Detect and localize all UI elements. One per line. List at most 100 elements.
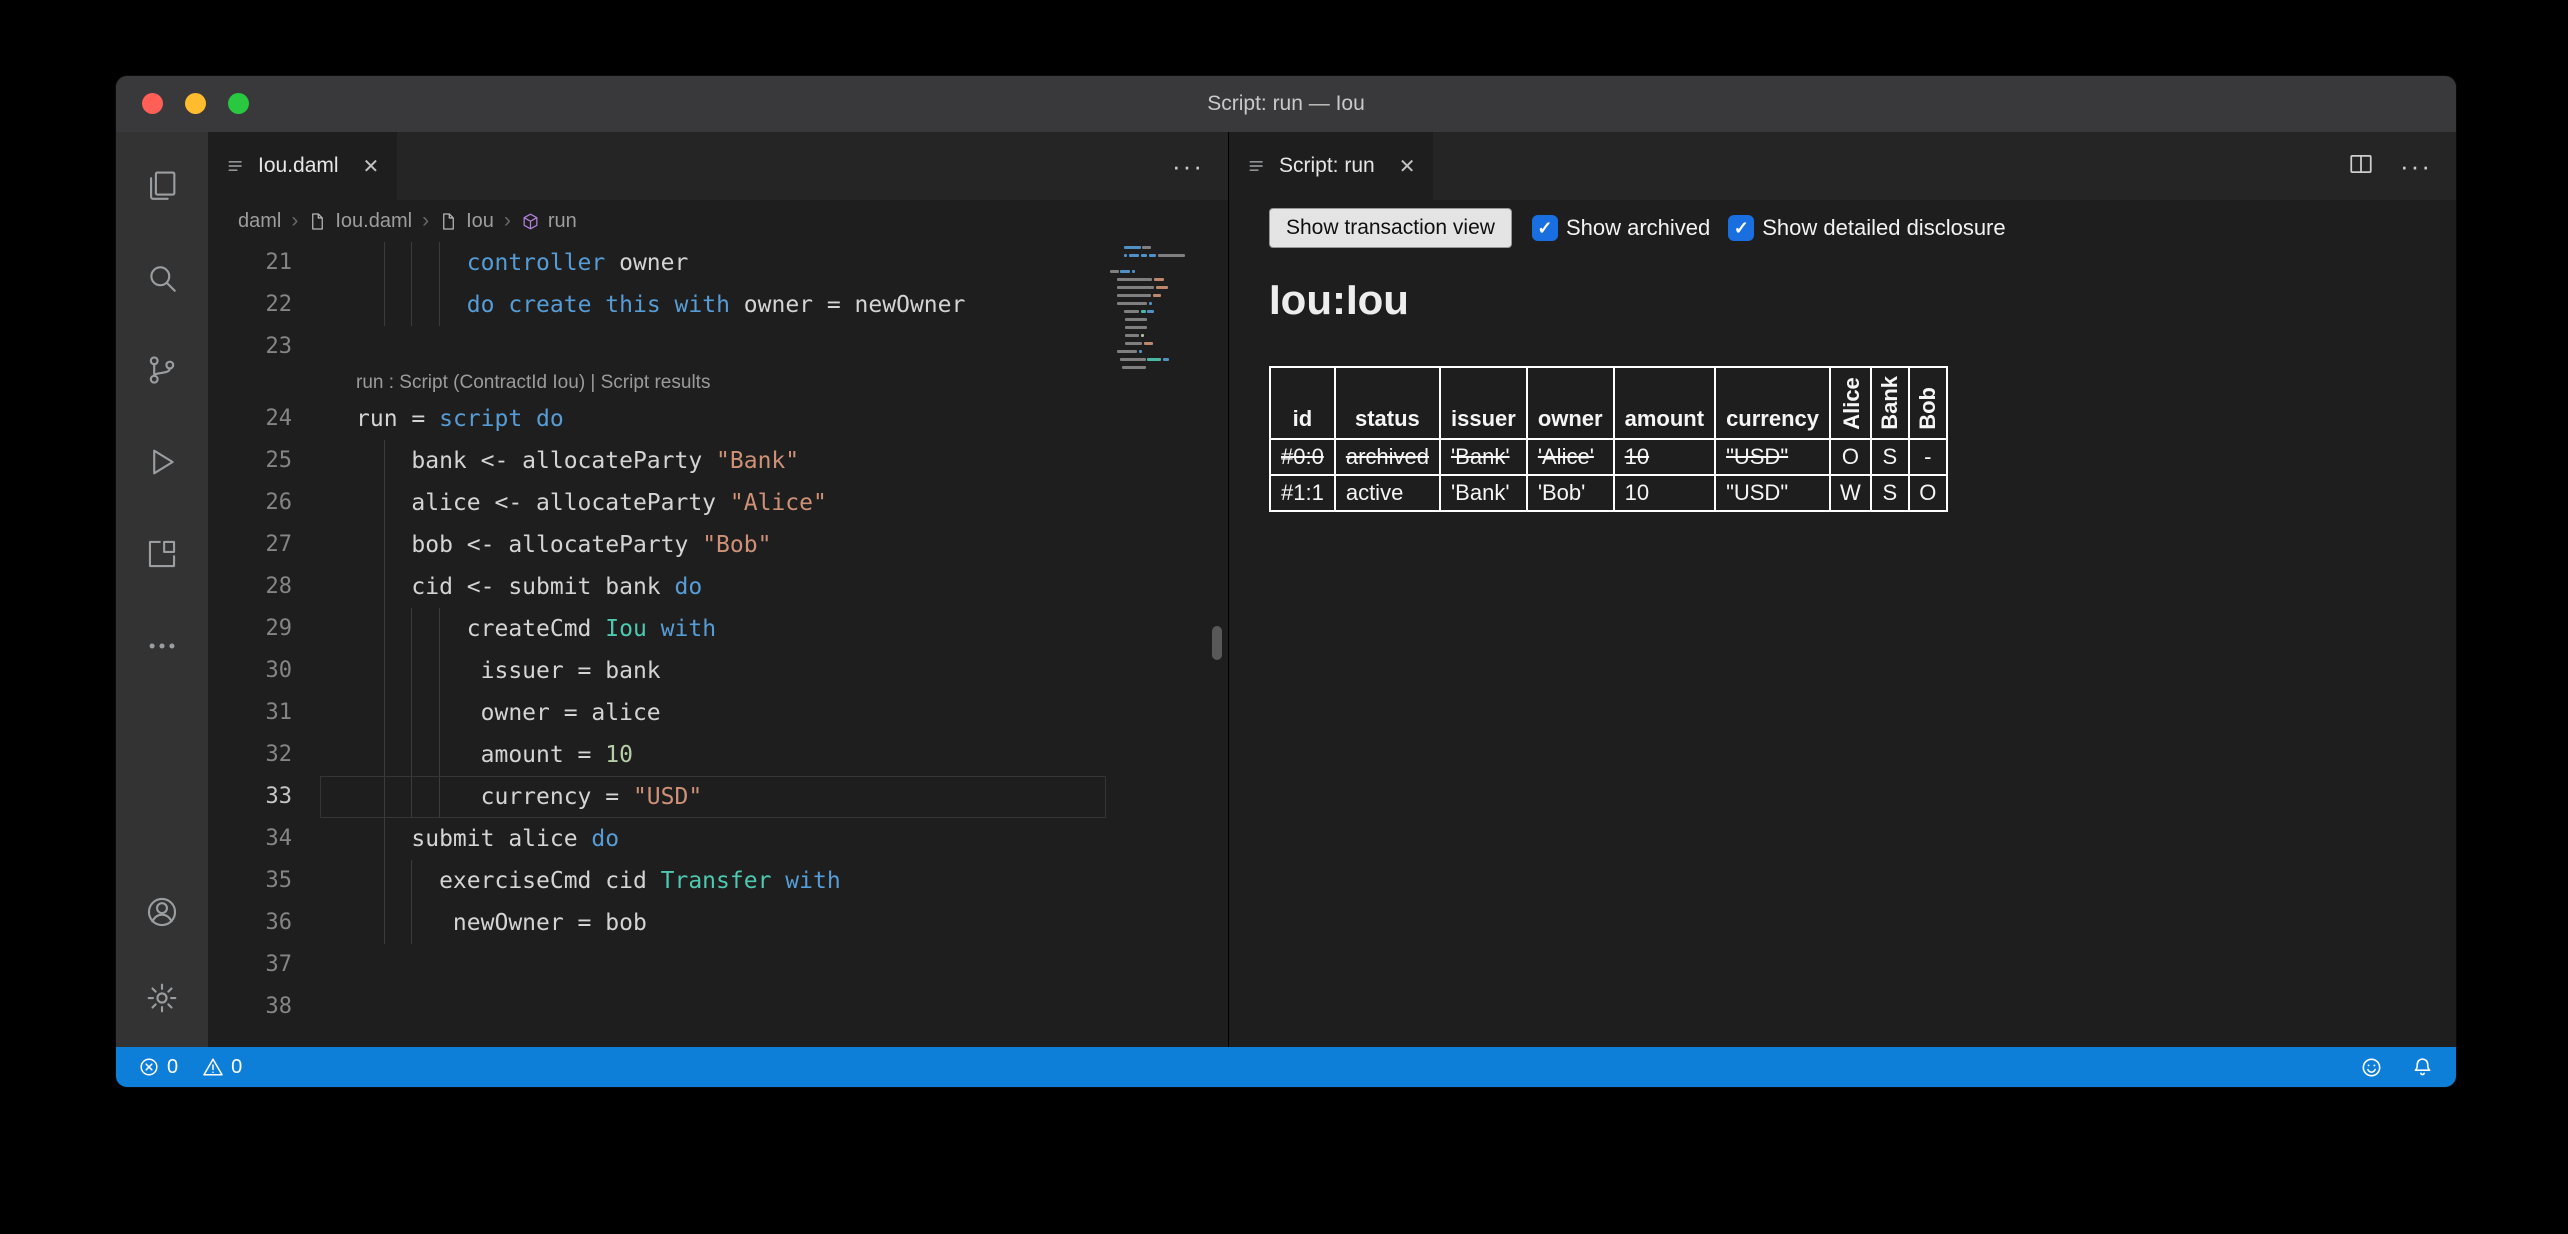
breadcrumb-item-file[interactable]: Iou.daml: [308, 210, 412, 233]
contract-cell: #1:1: [1270, 475, 1335, 511]
settings-gear-icon[interactable]: [116, 955, 208, 1041]
code-line[interactable]: 30 issuer = bank: [208, 650, 1228, 692]
source-control-icon[interactable]: [116, 324, 208, 416]
feedback-icon[interactable]: [2360, 1056, 2383, 1079]
code-line[interactable]: 24run = script do: [208, 398, 1228, 440]
vscode-window: Script: run — Iou: [115, 75, 2457, 1088]
contract-cell: "USD": [1715, 475, 1830, 511]
split-editor-icon[interactable]: [2348, 151, 2374, 182]
window-title: Script: run — Iou: [1207, 92, 1365, 116]
close-window-button[interactable]: [142, 93, 163, 114]
column-header-issuer: issuer: [1440, 367, 1527, 439]
line-number: 28: [208, 566, 320, 608]
code-line[interactable]: 21 controller owner: [208, 242, 1228, 284]
code-line[interactable]: 35 exerciseCmd cid Transfer with: [208, 860, 1228, 902]
error-count: 0: [167, 1056, 178, 1079]
problems-indicator[interactable]: 0 0: [138, 1056, 242, 1079]
script-view: Show transaction view ✓ Show archived ✓ Sho…: [1229, 200, 2456, 1047]
activity-bar: [116, 132, 208, 1047]
party-cell: S: [1871, 439, 1909, 475]
code-line[interactable]: 27 bob <- allocateParty "Bob": [208, 524, 1228, 566]
code-line[interactable]: 22 do create this with owner = newOwner: [208, 284, 1228, 326]
party-column-bob: Bob: [1909, 367, 1947, 439]
line-number: 29: [208, 608, 320, 650]
code-line[interactable]: 23: [208, 326, 1228, 368]
panel-tab-bar: Script: run ✕ ···: [1229, 132, 2456, 200]
zoom-window-button[interactable]: [228, 93, 249, 114]
editor-more-actions-icon[interactable]: ···: [1172, 153, 1204, 179]
close-panel-tab-icon[interactable]: ✕: [1399, 154, 1416, 179]
breadcrumb-item-symbol-run[interactable]: run: [521, 210, 577, 233]
account-icon[interactable]: [116, 869, 208, 955]
breadcrumb-item-daml[interactable]: daml: [238, 210, 281, 233]
extensions-icon[interactable]: [116, 508, 208, 600]
code-line[interactable]: 25 bank <- allocateParty "Bank": [208, 440, 1228, 482]
breadcrumb-separator: ›: [422, 209, 429, 233]
checkbox-box[interactable]: ✓: [1532, 215, 1558, 241]
code-line[interactable]: 33 currency = "USD": [208, 776, 1228, 818]
editor-tab-bar: Iou.daml ✕ ···: [208, 132, 1228, 200]
module-file-icon: [439, 212, 458, 231]
more-actions-icon[interactable]: [116, 600, 208, 692]
column-header-currency: currency: [1715, 367, 1830, 439]
code-line[interactable]: 36 newOwner = bob: [208, 902, 1228, 944]
contracts-table: idstatusissuerowneramountcurrencyAliceBa…: [1269, 366, 1948, 512]
errors-icon: [138, 1056, 160, 1078]
breadcrumb-item-module[interactable]: Iou: [439, 210, 494, 233]
checkbox-label: Show detailed disclosure: [1762, 215, 2005, 241]
template-heading: Iou:Iou: [1269, 276, 2456, 324]
contract-cell: "USD": [1715, 439, 1830, 475]
checkbox-label: Show archived: [1566, 215, 1710, 241]
minimap[interactable]: [1110, 244, 1198, 388]
contract-cell: active: [1335, 475, 1440, 511]
codelens[interactable]: run : Script (ContractId Iou) | Script r…: [208, 368, 1228, 398]
party-cell: S: [1871, 475, 1909, 511]
line-number: 24: [208, 398, 320, 440]
contract-cell: 'Bank': [1440, 439, 1527, 475]
party-column-bank: Bank: [1871, 367, 1909, 439]
panel-more-actions-icon[interactable]: ···: [2400, 153, 2432, 179]
contract-cell: 'Alice': [1527, 439, 1614, 475]
explorer-icon[interactable]: [116, 140, 208, 232]
line-number: 31: [208, 692, 320, 734]
line-number: 34: [208, 818, 320, 860]
code-line[interactable]: 38: [208, 986, 1228, 1028]
contract-cell: archived: [1335, 439, 1440, 475]
warning-count: 0: [231, 1056, 242, 1079]
run-debug-icon[interactable]: [116, 416, 208, 508]
column-header-status: status: [1335, 367, 1440, 439]
party-cell: W: [1830, 475, 1871, 511]
close-tab-icon[interactable]: ✕: [363, 154, 380, 179]
line-number: 37: [208, 944, 320, 986]
code-line[interactable]: 34 submit alice do: [208, 818, 1228, 860]
code-line[interactable]: 28 cid <- submit bank do: [208, 566, 1228, 608]
party-column-alice: Alice: [1830, 367, 1871, 439]
line-number: 25: [208, 440, 320, 482]
line-number: 27: [208, 524, 320, 566]
code-line[interactable]: 32 amount = 10: [208, 734, 1228, 776]
code-line[interactable]: 31 owner = alice: [208, 692, 1228, 734]
party-cell: O: [1909, 475, 1947, 511]
editor-scrollbar-thumb[interactable]: [1212, 626, 1222, 660]
contract-row: #0:0archived'Bank''Alice'10"USD"OS-: [1270, 439, 1947, 475]
tab-iou-daml[interactable]: Iou.daml ✕: [208, 132, 397, 200]
checkbox-show-detailed-disclosure[interactable]: ✓ Show detailed disclosure: [1728, 215, 2005, 241]
traffic-lights: [142, 93, 249, 114]
checkbox-show-archived[interactable]: ✓ Show archived: [1532, 215, 1710, 241]
title-bar[interactable]: Script: run — Iou: [116, 76, 2456, 132]
contract-cell: 'Bank': [1440, 475, 1527, 511]
minimize-window-button[interactable]: [185, 93, 206, 114]
search-icon[interactable]: [116, 232, 208, 324]
code-line[interactable]: 29 createCmd Iou with: [208, 608, 1228, 650]
tab-script-run[interactable]: Script: run ✕: [1229, 132, 1433, 200]
line-number: 26: [208, 482, 320, 524]
code-line[interactable]: 37: [208, 944, 1228, 986]
script-results-panel: Script: run ✕ ··· Show transaction view …: [1228, 132, 2456, 1047]
show-transaction-view-button[interactable]: Show transaction view: [1269, 208, 1512, 248]
line-number: 36: [208, 902, 320, 944]
notifications-bell-icon[interactable]: [2411, 1056, 2434, 1079]
checkbox-box[interactable]: ✓: [1728, 215, 1754, 241]
code-line[interactable]: 26 alice <- allocateParty "Alice": [208, 482, 1228, 524]
party-cell: -: [1909, 439, 1947, 475]
code-editor[interactable]: 21 controller owner22 do create this wit…: [208, 242, 1228, 1047]
